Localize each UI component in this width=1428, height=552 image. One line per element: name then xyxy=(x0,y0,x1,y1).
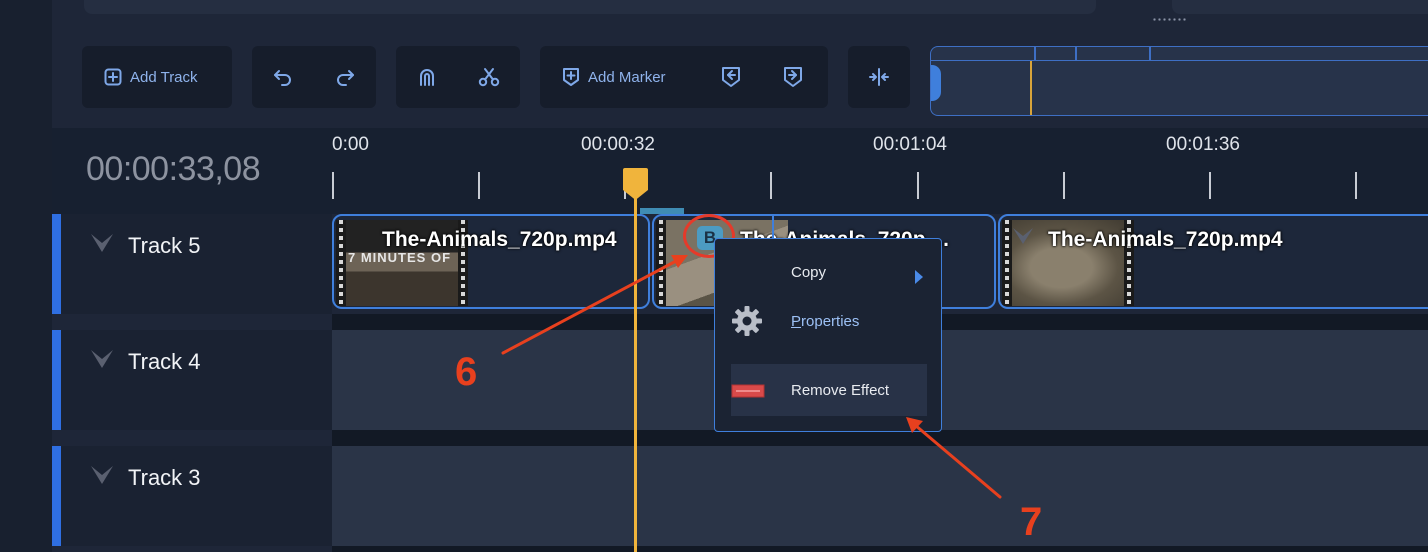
preview-panel-edge xyxy=(84,0,1096,14)
side-panel-edge xyxy=(1172,0,1428,14)
filmstrip-edge xyxy=(656,220,666,306)
overview-tick xyxy=(1075,47,1077,61)
playhead-handle-icon[interactable] xyxy=(623,168,648,200)
next-marker-button[interactable] xyxy=(762,46,824,108)
add-track-group: Add Track xyxy=(82,46,232,108)
previous-marker-button[interactable] xyxy=(700,46,762,108)
redo-button[interactable] xyxy=(314,46,376,108)
clip-title: The-Animals_720p.mp4 xyxy=(1048,228,1283,251)
snap-cut-group xyxy=(396,46,520,108)
track-name: Track 4 xyxy=(128,349,201,374)
track-accent xyxy=(52,446,61,546)
ruler-tick xyxy=(478,172,480,199)
thumbnail-text: 7 MINUTES OF xyxy=(348,250,452,265)
track-header[interactable]: Track 4 xyxy=(52,330,332,430)
overview-scroll-handle[interactable] xyxy=(931,65,941,101)
add-track-button[interactable]: Add Track xyxy=(82,46,198,108)
video-clip[interactable]: The-Animals_720p.mp4 xyxy=(998,214,1428,309)
scissors-icon xyxy=(478,68,500,87)
gear-icon xyxy=(732,306,762,336)
chevron-down-icon[interactable] xyxy=(90,348,114,370)
redo-icon xyxy=(337,70,354,86)
ruler-tick xyxy=(332,172,334,199)
lane-separator xyxy=(332,430,1428,446)
ruler-tick xyxy=(1355,172,1357,199)
ruler-tick xyxy=(1063,172,1065,199)
ruler-label: 00:01:04 xyxy=(873,134,947,155)
previous-marker-icon xyxy=(722,67,740,87)
track-name: Track 3 xyxy=(128,465,201,490)
ruler-label: 0:00 xyxy=(332,134,369,155)
lane-separator xyxy=(332,546,1428,552)
snap-button[interactable] xyxy=(396,46,458,108)
add-marker-label: Add Marker xyxy=(588,68,666,86)
undo-button[interactable] xyxy=(252,46,314,108)
marker-group: Add Marker xyxy=(540,46,828,108)
resize-grip[interactable] xyxy=(1152,17,1188,22)
ruler-label: 00:00:32 xyxy=(581,134,655,155)
track-header[interactable]: Track 5 xyxy=(52,214,332,314)
add-marker-button[interactable]: Add Marker xyxy=(540,46,700,108)
annotation-step-6: 6 xyxy=(455,350,478,394)
menu-item-label: Properties xyxy=(791,312,860,330)
current-time-display: 00:00:33,08 xyxy=(86,150,261,188)
ruler-tick xyxy=(770,172,772,199)
undo-icon xyxy=(274,70,291,86)
next-marker-icon xyxy=(784,67,802,87)
undo-redo-group xyxy=(252,46,376,108)
video-clip[interactable]: 7 MINUTES OF The-Animals_720p.mp4 xyxy=(332,214,650,309)
cut-button[interactable] xyxy=(458,46,520,108)
context-menu: Copy Properties Remove Effect xyxy=(714,238,942,432)
track-header[interactable]: Track 3 xyxy=(52,446,332,546)
magnet-icon xyxy=(420,69,434,86)
marker-plus-icon xyxy=(563,68,579,86)
menu-item-remove-effect[interactable]: Remove Effect xyxy=(731,364,927,416)
overview-ruler xyxy=(931,47,1428,61)
filmstrip-edge xyxy=(336,220,346,306)
clip-title: The-Animals_720p.mp4 xyxy=(382,228,617,251)
ruler-tick xyxy=(1209,172,1211,199)
video-editor-timeline: Add Track Add Marker 00:00:33,08 0:00 00… xyxy=(0,0,1428,552)
ruler-tick xyxy=(917,172,919,199)
left-rail xyxy=(0,0,52,552)
menu-item-label: Remove Effect xyxy=(791,381,890,399)
plus-square-icon xyxy=(104,68,122,86)
remove-effect-icon xyxy=(731,384,765,398)
center-group xyxy=(848,46,910,108)
chevron-down-icon[interactable] xyxy=(1012,226,1034,246)
track-lane[interactable] xyxy=(332,446,1428,546)
overview-playhead xyxy=(1030,61,1032,115)
collapse-horizontal-icon xyxy=(869,68,889,86)
chevron-down-icon[interactable] xyxy=(90,464,114,486)
submenu-arrow-icon xyxy=(915,270,923,284)
menu-item-label: Copy xyxy=(791,263,827,281)
track-row-3: Track 3 xyxy=(52,446,1428,552)
track-name: Track 5 xyxy=(128,233,201,258)
center-playhead-button[interactable] xyxy=(848,46,910,108)
playhead-line xyxy=(634,196,637,552)
clip-marker xyxy=(772,216,774,240)
chevron-down-icon[interactable] xyxy=(90,232,114,254)
add-track-label: Add Track xyxy=(130,68,198,86)
overview-tick xyxy=(1149,47,1151,61)
annotation-step-7: 7 xyxy=(1020,500,1043,544)
track-accent xyxy=(52,214,61,314)
overview-timeline[interactable] xyxy=(930,46,1428,116)
overview-tick xyxy=(1034,47,1036,61)
filmstrip-edge xyxy=(1002,220,1012,306)
menu-item-properties[interactable]: Properties xyxy=(731,295,927,347)
track-accent xyxy=(52,330,61,430)
menu-item-copy[interactable]: Copy xyxy=(731,246,927,298)
ruler-label: 00:01:36 xyxy=(1166,134,1240,155)
